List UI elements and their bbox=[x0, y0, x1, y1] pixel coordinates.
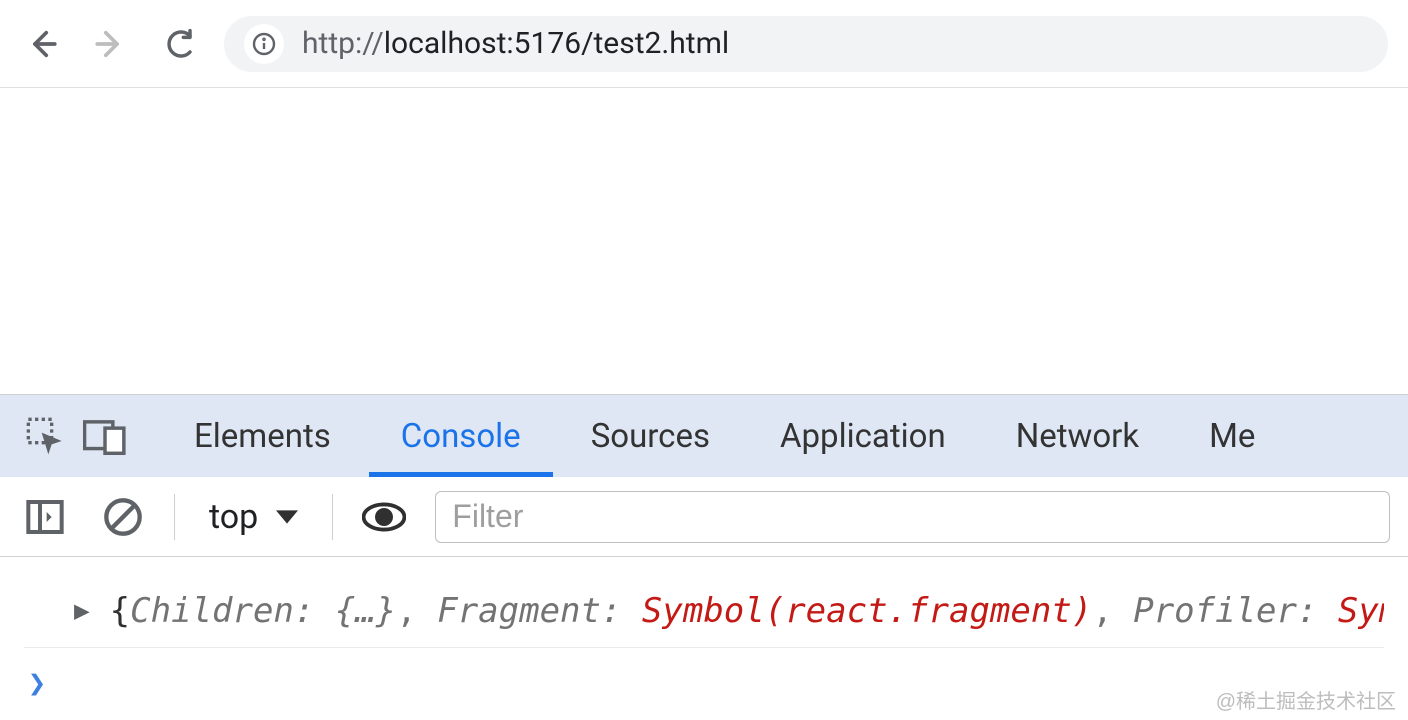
chevron-down-icon bbox=[276, 510, 298, 524]
toggle-sidebar-icon[interactable] bbox=[18, 490, 72, 544]
url-path: localhost:5176/test2.html bbox=[384, 26, 729, 61]
inspect-element-icon[interactable] bbox=[18, 409, 72, 463]
filter-input[interactable] bbox=[435, 491, 1390, 543]
live-expression-icon[interactable] bbox=[357, 490, 411, 544]
browser-toolbar: http://localhost:5176/test2.html bbox=[0, 0, 1408, 88]
tab-sources[interactable]: Sources bbox=[559, 395, 742, 477]
device-toggle-icon[interactable] bbox=[78, 409, 132, 463]
url-text: http://localhost:5176/test2.html bbox=[302, 26, 729, 61]
site-info-icon[interactable] bbox=[244, 24, 284, 64]
context-label: top bbox=[209, 497, 258, 537]
tab-console[interactable]: Console bbox=[369, 395, 553, 477]
console-prompt[interactable]: ❯ bbox=[24, 648, 1384, 719]
tab-elements[interactable]: Elements bbox=[162, 395, 363, 477]
reload-button[interactable] bbox=[156, 22, 200, 66]
forward-button[interactable] bbox=[88, 22, 132, 66]
console-toolbar: top bbox=[0, 477, 1408, 557]
separator bbox=[332, 494, 333, 540]
prompt-caret-icon: ❯ bbox=[28, 666, 46, 701]
console-log-row[interactable]: ▶ {Children: {…}, Fragment: Symbol(react… bbox=[24, 575, 1384, 648]
devtools-panel: Elements Console Sources Application Net… bbox=[0, 394, 1408, 719]
log-object-preview: {Children: {…}, Fragment: Symbol(react.f… bbox=[110, 591, 1384, 631]
url-scheme: http:// bbox=[302, 26, 384, 61]
devtools-tabstrip: Elements Console Sources Application Net… bbox=[0, 395, 1408, 477]
tab-application[interactable]: Application bbox=[748, 395, 978, 477]
tab-more-truncated[interactable]: Me bbox=[1177, 395, 1287, 477]
execution-context-select[interactable]: top bbox=[199, 497, 308, 537]
expand-icon[interactable]: ▶ bbox=[74, 596, 90, 626]
separator bbox=[174, 494, 175, 540]
console-output: ▶ {Children: {…}, Fragment: Symbol(react… bbox=[0, 557, 1408, 719]
watermark: @稀土掘金技术社区 bbox=[1216, 685, 1396, 714]
clear-console-icon[interactable] bbox=[96, 490, 150, 544]
page-viewport bbox=[0, 88, 1408, 394]
tab-network[interactable]: Network bbox=[984, 395, 1171, 477]
address-bar[interactable]: http://localhost:5176/test2.html bbox=[224, 16, 1388, 72]
back-button[interactable] bbox=[20, 22, 64, 66]
